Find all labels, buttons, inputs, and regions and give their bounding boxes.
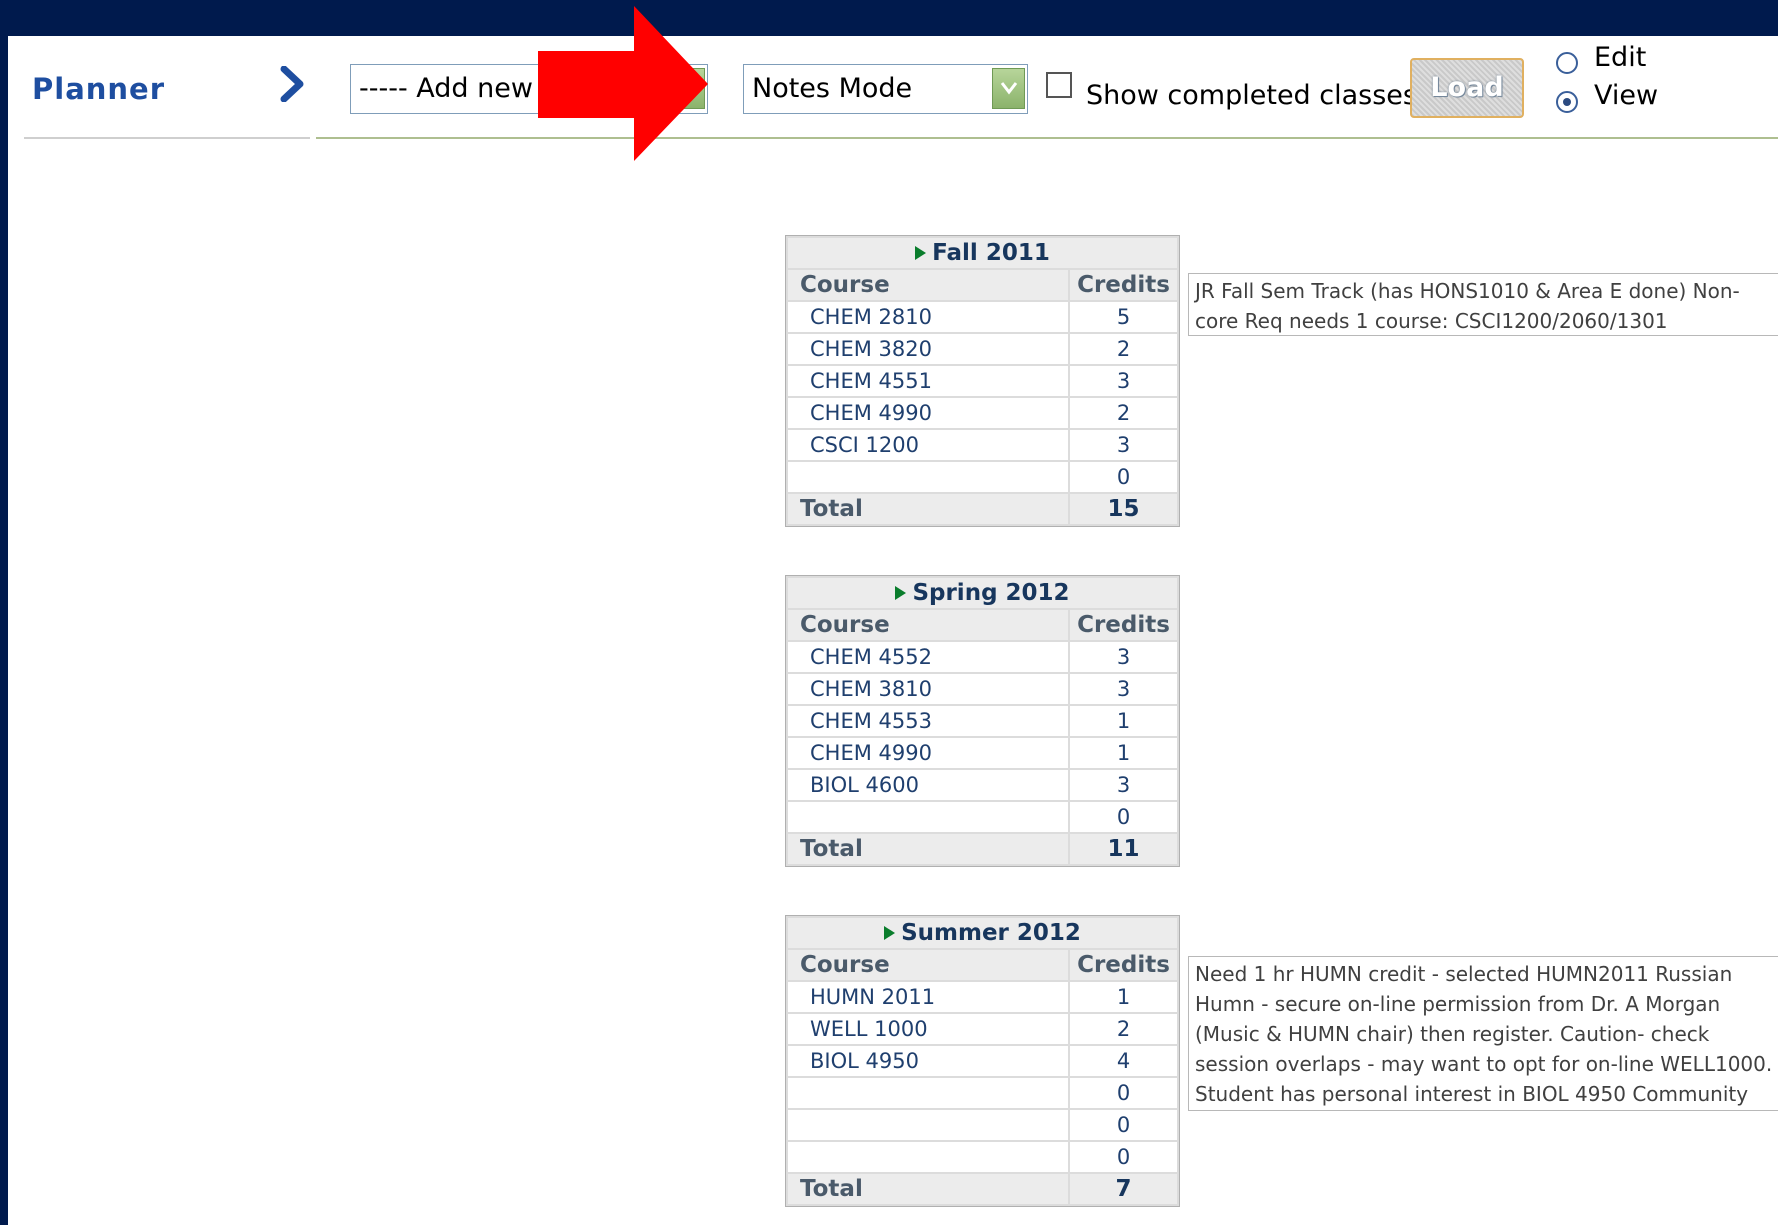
table-row: HUMN 2011 1: [788, 982, 1177, 1012]
course-cell[interactable]: [788, 1110, 1068, 1140]
credits-cell[interactable]: 0: [1070, 462, 1177, 492]
view-radio[interactable]: [1556, 91, 1578, 113]
planner-window: Planner ----- Add new Notes Mode Show co…: [8, 6, 1778, 1225]
course-cell[interactable]: WELL 1000: [788, 1014, 1068, 1044]
total-credits: 7: [1070, 1174, 1177, 1204]
term-header[interactable]: Summer 2012: [788, 918, 1177, 948]
total-row: Total 7: [788, 1174, 1177, 1204]
term-header[interactable]: Fall 2011: [788, 238, 1177, 268]
term-note-summer-2012[interactable]: Need 1 hr HUMN credit - selected HUMN201…: [1188, 956, 1778, 1111]
credits-column-header: Credits: [1070, 950, 1177, 980]
table-row: 0: [788, 1078, 1177, 1108]
course-cell[interactable]: CHEM 4990: [788, 398, 1068, 428]
table-row: CHEM 4990 2: [788, 398, 1177, 428]
expand-triangle-icon[interactable]: [884, 926, 896, 940]
credits-cell[interactable]: 3: [1070, 674, 1177, 704]
chevron-right-icon[interactable]: [276, 65, 312, 103]
credits-cell[interactable]: 1: [1070, 738, 1177, 768]
table-row: 0: [788, 1110, 1177, 1140]
total-label: Total: [788, 494, 1068, 524]
credits-cell[interactable]: 0: [1070, 1078, 1177, 1108]
credits-column-header: Credits: [1070, 610, 1177, 640]
expand-triangle-icon[interactable]: [895, 586, 907, 600]
course-cell[interactable]: CHEM 3820: [788, 334, 1068, 364]
course-cell[interactable]: HUMN 2011: [788, 982, 1068, 1012]
course-cell[interactable]: [788, 462, 1068, 492]
total-row: Total 11: [788, 834, 1177, 864]
term-table-summer-2012: Summer 2012 Course Credits HUMN 2011 1 WE…: [785, 915, 1180, 1207]
table-row: CHEM 4553 1: [788, 706, 1177, 736]
credits-cell[interactable]: 0: [1070, 1110, 1177, 1140]
credits-cell[interactable]: 0: [1070, 802, 1177, 832]
course-cell[interactable]: BIOL 4950: [788, 1046, 1068, 1076]
table-row: CSCI 1200 3: [788, 430, 1177, 460]
course-cell[interactable]: [788, 802, 1068, 832]
course-cell[interactable]: [788, 1142, 1068, 1172]
table-row: WELL 1000 2: [788, 1014, 1177, 1044]
show-completed-label[interactable]: Show completed classes: [1086, 80, 1417, 111]
table-row: CHEM 4990 1: [788, 738, 1177, 768]
course-column-header: Course: [788, 270, 1068, 300]
course-cell[interactable]: CHEM 4552: [788, 642, 1068, 672]
course-cell[interactable]: CHEM 2810: [788, 302, 1068, 332]
total-label: Total: [788, 834, 1068, 864]
total-credits: 11: [1070, 834, 1177, 864]
add-new-select-value: ----- Add new: [359, 73, 533, 104]
expand-triangle-icon[interactable]: [915, 246, 927, 260]
table-row: CHEM 3820 2: [788, 334, 1177, 364]
page-title: Planner: [32, 72, 166, 106]
total-row: Total 15: [788, 494, 1177, 524]
total-credits: 15: [1070, 494, 1177, 524]
mode-select[interactable]: Notes Mode: [743, 64, 1028, 114]
credits-column-header: Credits: [1070, 270, 1177, 300]
credits-cell[interactable]: 1: [1070, 982, 1177, 1012]
credits-cell[interactable]: 2: [1070, 334, 1177, 364]
term-header[interactable]: Spring 2012: [788, 578, 1177, 608]
course-cell[interactable]: CSCI 1200: [788, 430, 1068, 460]
course-cell[interactable]: [788, 1078, 1068, 1108]
term-table-spring-2012: Spring 2012 Course Credits CHEM 4552 3 CH…: [785, 575, 1180, 867]
table-row: 0: [788, 462, 1177, 492]
edit-radio-label[interactable]: Edit: [1594, 42, 1646, 73]
course-cell[interactable]: CHEM 4551: [788, 366, 1068, 396]
course-column-header: Course: [788, 950, 1068, 980]
credits-cell[interactable]: 0: [1070, 1142, 1177, 1172]
mode-select-value: Notes Mode: [752, 73, 913, 104]
term-note-fall-2011[interactable]: JR Fall Sem Track (has HONS1010 & Area E…: [1188, 273, 1778, 336]
course-cell[interactable]: BIOL 4600: [788, 770, 1068, 800]
credits-cell[interactable]: 3: [1070, 770, 1177, 800]
total-label: Total: [788, 1174, 1068, 1204]
show-completed-checkbox[interactable]: [1046, 72, 1072, 98]
credits-cell[interactable]: 5: [1070, 302, 1177, 332]
course-cell[interactable]: CHEM 4553: [788, 706, 1068, 736]
table-row: BIOL 4600 3: [788, 770, 1177, 800]
table-row: CHEM 3810 3: [788, 674, 1177, 704]
course-cell[interactable]: CHEM 3810: [788, 674, 1068, 704]
credits-cell[interactable]: 3: [1070, 430, 1177, 460]
edit-radio[interactable]: [1556, 52, 1578, 74]
credits-cell[interactable]: 4: [1070, 1046, 1177, 1076]
table-row: BIOL 4950 4: [788, 1046, 1177, 1076]
table-row: CHEM 4552 3: [788, 642, 1177, 672]
course-column-header: Course: [788, 610, 1068, 640]
credits-cell[interactable]: 3: [1070, 366, 1177, 396]
table-row: CHEM 4551 3: [788, 366, 1177, 396]
red-arrow-icon: [538, 6, 718, 165]
course-cell[interactable]: CHEM 4990: [788, 738, 1068, 768]
toolbar: Planner ----- Add new Notes Mode Show co…: [8, 6, 1778, 161]
chevron-down-icon[interactable]: [992, 68, 1025, 109]
load-button[interactable]: Load: [1410, 58, 1524, 118]
table-row: 0: [788, 802, 1177, 832]
credits-cell[interactable]: 2: [1070, 1014, 1177, 1044]
title-divider: [24, 137, 310, 139]
table-row: 0: [788, 1142, 1177, 1172]
term-table-fall-2011: Fall 2011 Course Credits CHEM 2810 5 CHEM…: [785, 235, 1180, 527]
credits-cell[interactable]: 1: [1070, 706, 1177, 736]
view-radio-label[interactable]: View: [1594, 80, 1658, 111]
table-row: CHEM 2810 5: [788, 302, 1177, 332]
credits-cell[interactable]: 3: [1070, 642, 1177, 672]
toolbar-divider: [316, 137, 1778, 139]
credits-cell[interactable]: 2: [1070, 398, 1177, 428]
